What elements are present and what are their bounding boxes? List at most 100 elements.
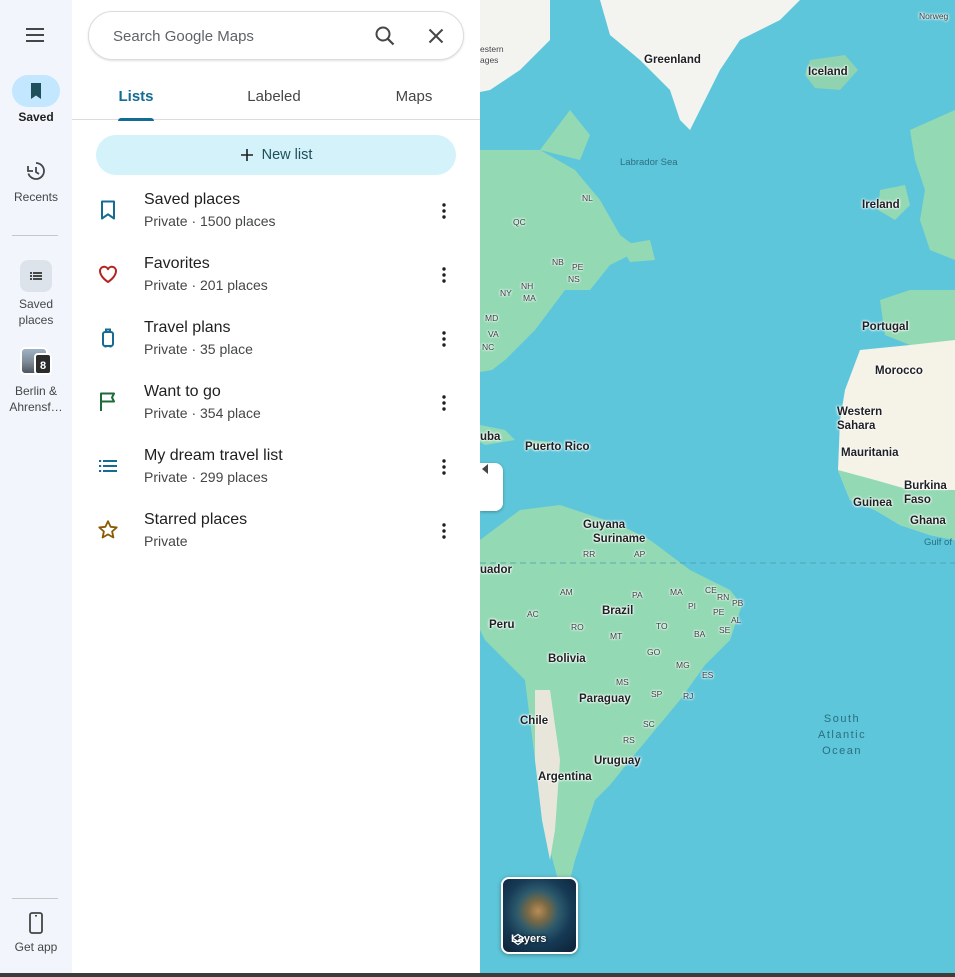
map-label-state: PE [713,607,725,617]
search-icon[interactable] [373,24,397,48]
more-vert-icon[interactable] [432,391,456,415]
rail-collection-saved-places[interactable]: Saved places [0,260,72,328]
map-label-western-sahara: Western Sahara [837,406,883,432]
map-label-guyana: Guyana [583,519,626,531]
map-label-burkina-faso: Burkina Faso [904,480,947,506]
rail-saved-button[interactable]: Saved [0,75,72,125]
layers-label-group: Layers [511,933,546,946]
history-icon [12,155,60,187]
more-vert-icon[interactable] [432,519,456,543]
window-bottom-edge [0,973,955,977]
list-item-want-to-go[interactable]: Want to go Private · 354 place [72,372,480,436]
tab-maps[interactable]: Maps [388,78,440,120]
list-subtitle: Private · 35 place [144,341,253,357]
search-input[interactable] [113,24,353,48]
list-item-my-dream-travel-list[interactable]: My dream travel list Private · 299 place… [72,436,480,500]
tab-lists[interactable]: Lists [112,78,160,121]
map-label-state: NY [500,288,512,298]
layers-button[interactable]: Layers [501,877,578,954]
map-label-state: RS [623,735,635,745]
map-label-province: NS [568,274,580,284]
search-box [88,11,464,60]
rail-recents-label: Recents [13,190,59,204]
map-label-norway: Norweg [919,11,949,21]
tab-maps-label: Maps [395,88,433,105]
new-list-button[interactable]: New list [96,135,456,175]
map-label-state: PA [632,590,643,600]
more-vert-icon[interactable] [432,263,456,287]
rail-saved-label: Saved [18,110,54,124]
rail-collection-label: Saved places [18,297,54,327]
list-item-saved-places[interactable]: Saved places Private · 1500 places [72,180,480,244]
get-app-button[interactable]: Get app [0,910,72,955]
map-label-state: AC [527,609,539,619]
list-subtitle: Private · 354 place [144,405,261,421]
great-britain-europe [910,110,955,260]
tab-lists-label: Lists [118,88,154,105]
rail-divider [12,235,58,236]
rail-collection-berlin[interactable]: 8 Berlin & Ahrensf… [0,347,72,415]
more-vert-icon[interactable] [432,327,456,351]
rail-collection-label: Berlin & Ahrensf… [9,384,63,414]
map-label-state: MT [610,631,623,641]
map-label-state: PI [688,601,697,611]
tab-labeled-label: Labeled [247,88,301,105]
close-icon[interactable] [424,24,448,48]
map-label-state: SE [719,625,731,635]
map-label-south-atlantic: South Atlantic Ocean [818,713,867,757]
new-list-label: New list [261,147,313,163]
saved-panel: Lists Labeled Maps New list Saved places… [72,0,480,973]
list-title: Favorites [144,255,210,272]
chevron-left-icon [482,464,488,474]
list-subtitle: Private · 299 places [144,469,268,485]
bookmark-icon [12,75,60,107]
more-vert-icon[interactable] [432,455,456,479]
collapse-panel-button[interactable] [480,463,503,511]
list-icon [99,460,117,472]
map-label-peru: Peru [489,619,515,631]
map-label-greenland: Greenland [644,54,701,66]
map-label-ecuador: uador [480,564,512,576]
map-canvas[interactable]: Greenland Iceland Norweg estern ages Lab… [480,0,955,977]
menu-icon[interactable] [22,24,50,46]
map-label-state: ES [702,670,714,680]
maps-app: Saved Recents Saved places 8 Berlin & Ah… [0,0,955,977]
tab-bar: Lists Labeled Maps [72,78,480,121]
phone-icon [0,910,72,936]
list-item-travel-plans[interactable]: Travel plans Private · 35 place [72,308,480,372]
list-subtitle: Private · 1500 places [144,213,276,229]
iberia [880,290,955,350]
map-label-province: PE [572,262,584,272]
list-item-favorites[interactable]: Favorites Private · 201 places [72,244,480,308]
tab-labeled[interactable]: Labeled [240,78,308,120]
map-label-portugal: Portugal [862,321,909,333]
map-label-gulf: Gulf of [924,537,952,548]
map-label-iceland: Iceland [808,66,848,78]
map-label-state: SC [643,719,655,729]
map-label-ireland: Ireland [862,199,900,211]
map-label-chile: Chile [520,715,549,727]
list-item-starred-places[interactable]: Starred places Private [72,500,480,564]
map-label-argentina: Argentina [538,771,592,783]
map-label-state: GO [647,647,661,657]
map-label-state: TO [656,621,668,631]
layers-icon [511,933,525,946]
list-title: Saved places [144,191,241,208]
list-subtitle: Private · 201 places [144,277,268,293]
map-label-state: BA [694,629,706,639]
list-title: Starred places [144,511,248,528]
get-app-label: Get app [14,940,58,954]
list-icon [20,260,52,292]
flag-icon [100,392,115,411]
map-label-state: MA [670,587,683,597]
rail-recents-button[interactable]: Recents [0,155,72,205]
map-label-mauritania: Mauritania [841,447,899,459]
rail-divider [12,898,58,899]
star-icon [98,520,118,539]
map-label-province: QC [513,217,526,227]
map-label-suriname: Suriname [593,533,646,545]
map-label-state: PB [732,598,744,608]
map-label-state: CE [705,585,717,595]
suitcase-icon [102,328,114,348]
more-vert-icon[interactable] [432,199,456,223]
